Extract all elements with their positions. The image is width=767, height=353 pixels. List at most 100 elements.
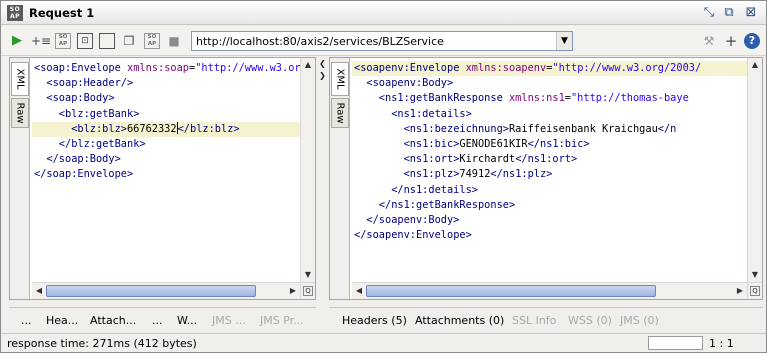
code-line[interactable]: <soapenv:Envelope xmlns:soapenv="http://… xyxy=(352,61,747,76)
code-line[interactable]: </soap:Envelope> xyxy=(32,167,300,182)
code-line[interactable]: <ns1:getBankResponse xmlns:ns1="http://t… xyxy=(352,91,747,106)
scroll-thumb[interactable] xyxy=(366,285,656,297)
tab-response-ssl-info[interactable]: SSL Info xyxy=(512,314,556,327)
response-editor: XML Raw <soapenv:Envelope xmlns:soapenv=… xyxy=(329,57,763,300)
code-line[interactable]: </soapenv:Envelope> xyxy=(352,228,747,243)
scroll-down-icon[interactable]: ▼ xyxy=(750,270,760,280)
format-icon[interactable]: ⊡ xyxy=(77,33,93,49)
code-line[interactable]: <blz:blz>66762332</blz:blz> xyxy=(32,121,300,137)
xml-tag: <ns1:ort> xyxy=(403,153,460,166)
find-button[interactable]: Q xyxy=(300,282,315,299)
xml-tag: <blz:blz> xyxy=(71,122,127,135)
response-time-text: response time: 271ms (412 bytes) xyxy=(7,337,197,350)
scroll-right-icon[interactable]: ▶ xyxy=(288,286,298,296)
xml-tag: <ns1:details> xyxy=(391,107,472,120)
tab-response-attachments[interactable]: Attachments (0) xyxy=(415,314,504,327)
code-line[interactable]: </soapenv:Body> xyxy=(352,213,747,228)
xml-tag: </ns1:details> xyxy=(391,183,478,196)
endpoint-url: http://localhost:80/axis2/services/BLZSe… xyxy=(196,35,444,48)
code-line[interactable]: <ns1:bic>GENODE61KIR</ns1:bic> xyxy=(352,137,747,152)
tab-response-raw[interactable]: Raw xyxy=(331,98,349,128)
code-line[interactable]: <soap:Header/> xyxy=(32,76,300,91)
tab-response-xml[interactable]: XML xyxy=(331,62,349,96)
tab-response-headers[interactable]: Headers (5) xyxy=(342,314,407,327)
tab-response-wss[interactable]: WSS (0) xyxy=(568,314,612,327)
code-line[interactable]: <soapenv:Body> xyxy=(352,76,747,91)
xml-attr: xmlns:soapenv xyxy=(465,62,547,74)
soap-icon[interactable]: SO AP xyxy=(144,33,160,49)
xml-tag: <soapenv:Body> xyxy=(366,77,454,90)
code-line[interactable]: </soap:Body> xyxy=(32,152,300,167)
scroll-up-icon[interactable]: ▲ xyxy=(303,60,313,70)
tab-request-raw[interactable]: Raw xyxy=(11,98,29,128)
code-line[interactable]: <blz:getBank> xyxy=(32,107,300,122)
scroll-right-icon[interactable]: ▶ xyxy=(735,286,745,296)
close-icon[interactable]: ⊠ xyxy=(743,5,759,21)
xml-tag: </ns1:bic> xyxy=(527,138,590,150)
request-inspector-tabs: ... Hea... Attach... ... W... JMS ... JM… xyxy=(9,307,316,331)
soapui-request-window: SO AP Request 1 ⤡ ⧉ ⊠ ▶ +≡ SO AP ⊡ ❐ SO AP … xyxy=(0,0,767,353)
add-icon[interactable]: + xyxy=(723,33,739,49)
code-line[interactable]: </ns1:getBankResponse> xyxy=(352,198,747,213)
tab-request-wss[interactable]: ... xyxy=(152,314,163,327)
response-xml-viewer[interactable]: <soapenv:Envelope xmlns:soapenv="http://… xyxy=(352,58,747,282)
xml-tag: </soapenv:Body> xyxy=(366,214,460,226)
endpoint-select[interactable]: http://localhost:80/axis2/services/BLZSe… xyxy=(191,31,573,51)
request-vertical-scrollbar[interactable]: ▲ ▼ xyxy=(300,58,315,282)
maximize-icon[interactable] xyxy=(99,33,115,49)
soap-logo-icon: SO AP xyxy=(7,5,23,21)
scroll-up-icon[interactable]: ▲ xyxy=(750,60,760,70)
copy-icon[interactable]: ❐ xyxy=(121,33,137,49)
pane-splitter[interactable]: ❮ ❯ xyxy=(316,57,329,300)
tab-request-jms-properties[interactable]: JMS Pr... xyxy=(260,314,304,327)
stop-icon[interactable]: ■ xyxy=(166,33,182,49)
find-button[interactable]: Q xyxy=(747,282,762,299)
request-editor: XML Raw <soap:Envelope xmlns:soap="http:… xyxy=(9,57,316,300)
tab-request-jms-headers[interactable]: JMS ... xyxy=(212,314,246,327)
xml-txt: Raiffeisenbank Kraichgau xyxy=(508,122,658,135)
help-icon[interactable]: ? xyxy=(744,33,760,49)
status-bar: response time: 271ms (412 bytes) 1 : 1 xyxy=(1,333,766,352)
search-icon: Q xyxy=(303,286,313,296)
collapse-right-icon[interactable]: ❯ xyxy=(318,71,327,80)
tab-request-headers[interactable]: Hea... xyxy=(46,314,78,327)
detach-icon[interactable]: ⧉ xyxy=(721,5,737,21)
collapse-left-icon[interactable]: ❮ xyxy=(318,59,327,68)
response-vertical-scrollbar[interactable]: ▲ ▼ xyxy=(747,58,762,282)
xml-txt: Kirchardt xyxy=(459,153,516,166)
scroll-down-icon[interactable]: ▼ xyxy=(303,270,313,280)
scroll-left-icon[interactable]: ◀ xyxy=(354,286,364,296)
soap-icon[interactable]: SO AP xyxy=(55,33,71,49)
chevron-down-icon[interactable]: ▼ xyxy=(556,32,572,50)
tab-request-wsa[interactable]: W... xyxy=(177,314,197,327)
scroll-thumb[interactable] xyxy=(46,285,256,297)
xml-tag: <ns1:getBankResponse xyxy=(378,92,509,105)
request-horizontal-scrollbar[interactable]: ◀ ▶ xyxy=(32,282,300,299)
code-line[interactable]: </blz:getBank> xyxy=(32,137,300,152)
xml-tag: <soap:Body> xyxy=(46,92,115,105)
tab-response-jms[interactable]: JMS (0) xyxy=(620,314,659,327)
xml-tag: <blz:getBank> xyxy=(58,107,140,120)
code-line[interactable]: <soap:Envelope xmlns:soap="http://www.w3… xyxy=(32,61,300,76)
request-xml-editor[interactable]: <soap:Envelope xmlns:soap="http://www.w3… xyxy=(32,58,300,282)
code-line[interactable]: <ns1:details> xyxy=(352,107,747,122)
xml-tag: </soap:Body> xyxy=(46,153,121,166)
code-line[interactable]: <soap:Body> xyxy=(32,91,300,106)
run-icon[interactable]: ▶ xyxy=(9,33,25,49)
xml-tag: </blz:getBank> xyxy=(58,138,146,150)
tab-request-xml[interactable]: XML xyxy=(11,62,29,96)
scroll-left-icon[interactable]: ◀ xyxy=(34,286,44,296)
code-line[interactable]: </ns1:details> xyxy=(352,183,747,198)
settings-icon[interactable]: ⚒ xyxy=(701,33,717,49)
xml-tag: <ns1:plz> xyxy=(403,168,460,181)
tab-request-auth[interactable]: ... xyxy=(21,314,32,327)
code-line[interactable]: <ns1:bezeichnung>Raiffeisenbank Kraichga… xyxy=(352,122,747,137)
add-assertion-icon[interactable]: +≡ xyxy=(31,33,51,49)
xml-tag: </soap:Envelope> xyxy=(34,168,134,181)
tab-request-attachments[interactable]: Attach... xyxy=(90,314,136,327)
xml-tag: </ns1:ort> xyxy=(515,153,578,166)
response-horizontal-scrollbar[interactable]: ◀ ▶ xyxy=(352,282,747,299)
code-line[interactable]: <ns1:ort>Kirchardt</ns1:ort> xyxy=(352,152,747,167)
restore-icon[interactable]: ⤡ xyxy=(701,5,717,21)
code-line[interactable]: <ns1:plz>74912</ns1:plz> xyxy=(352,167,747,182)
